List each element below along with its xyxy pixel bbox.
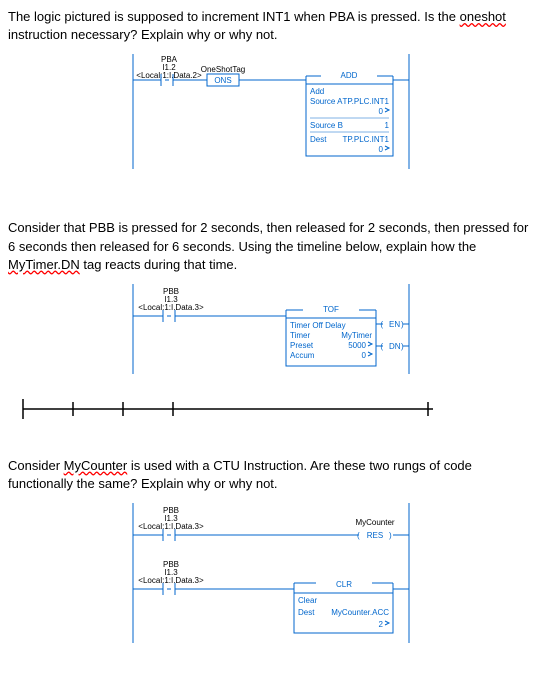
- question-3: Consider MyCounter is used with a CTU In…: [8, 457, 534, 643]
- q3-text-pre: Consider: [8, 458, 64, 473]
- q1-text-u: oneshot: [460, 9, 506, 24]
- svg-text:(: (: [380, 320, 383, 329]
- ons-label: ONS: [214, 76, 231, 85]
- tof-l1: Timer Off Delay: [290, 321, 346, 330]
- q2-text-pre: Consider that PBB is pressed for 2 secon…: [8, 220, 528, 253]
- clr-title: CLR: [336, 580, 352, 589]
- q1-ons-name: OneShotTag: [201, 65, 245, 74]
- tof-l2a: Timer: [290, 331, 310, 340]
- clr-l2c: 2: [379, 620, 384, 629]
- q1-text: The logic pictured is supposed to increm…: [8, 8, 534, 44]
- add-l4c: 0: [379, 145, 384, 154]
- tof-l2b: MyTimer: [341, 331, 372, 340]
- add-l2a: Source A: [310, 97, 343, 106]
- tof-l4b: 0: [362, 351, 367, 360]
- add-title: ADD: [341, 71, 358, 80]
- q1-ladder: PBA I1.2 <Local:1:I.Data.2> OneShotTag O…: [131, 54, 411, 169]
- q2-text-post: tag reacts during that time.: [80, 257, 238, 272]
- q2-rung: PBB I1.3 <Local:1:I.Data.3> TOF Timer Of…: [8, 284, 534, 374]
- q2-text: Consider that PBB is pressed for 2 secon…: [8, 219, 534, 274]
- add-l2c: 0: [379, 107, 384, 116]
- q2-contact-tag: <Local:1:I.Data.3>: [138, 303, 204, 312]
- q1-text-post: instruction necessary? Explain why or wh…: [8, 27, 278, 42]
- clr-l1: Clear: [298, 596, 317, 605]
- clr-l2a: Dest: [298, 608, 315, 617]
- q3-text-u: MyCounter: [64, 458, 128, 473]
- q3r2-contact-tag: <Local:1:I.Data.3>: [138, 576, 204, 585]
- add-l3a: Source B: [310, 121, 343, 130]
- q1-rung: PBA I1.2 <Local:1:I.Data.2> OneShotTag O…: [8, 54, 534, 169]
- tof-l3b: 5000: [348, 341, 366, 350]
- q3-ladder: PBB I1.3 <Local:1:I.Data.3> MyCounter ( …: [131, 503, 411, 643]
- timeline-svg: [18, 394, 438, 424]
- q2-ladder: PBB I1.3 <Local:1:I.Data.3> TOF Timer Of…: [131, 284, 411, 374]
- add-l4a: Dest: [310, 135, 327, 144]
- svg-text:(: (: [380, 342, 383, 351]
- res-name: MyCounter: [355, 518, 394, 527]
- tof-l4a: Accum: [290, 351, 315, 360]
- add-l4b: TP.PLC.INT1: [342, 135, 389, 144]
- q3r1-contact-tag: <Local:1:I.Data.3>: [138, 522, 204, 531]
- q2-text-u: MyTimer.DN: [8, 257, 80, 272]
- question-2: Consider that PBB is pressed for 2 secon…: [8, 219, 534, 427]
- tof-title: TOF: [323, 305, 339, 314]
- q1-contact-tag: <Local:1:I.Data.2>: [136, 71, 202, 80]
- question-1: The logic pictured is supposed to increm…: [8, 8, 534, 169]
- add-l1: Add: [310, 87, 324, 96]
- q3-rungs: PBB I1.3 <Local:1:I.Data.3> MyCounter ( …: [8, 503, 534, 643]
- svg-text:): ): [389, 531, 392, 540]
- q1-text-pre: The logic pictured is supposed to increm…: [8, 9, 460, 24]
- tof-dn: DN: [389, 342, 401, 351]
- res-label: RES: [367, 531, 383, 540]
- tof-en: EN: [389, 320, 400, 329]
- q3-text: Consider MyCounter is used with a CTU In…: [8, 457, 534, 493]
- timeline: [18, 394, 524, 427]
- add-l2b: TP.PLC.INT1: [342, 97, 389, 106]
- clr-l2b: MyCounter.ACC: [331, 608, 389, 617]
- add-l3b: 1: [385, 121, 390, 130]
- tof-l3a: Preset: [290, 341, 314, 350]
